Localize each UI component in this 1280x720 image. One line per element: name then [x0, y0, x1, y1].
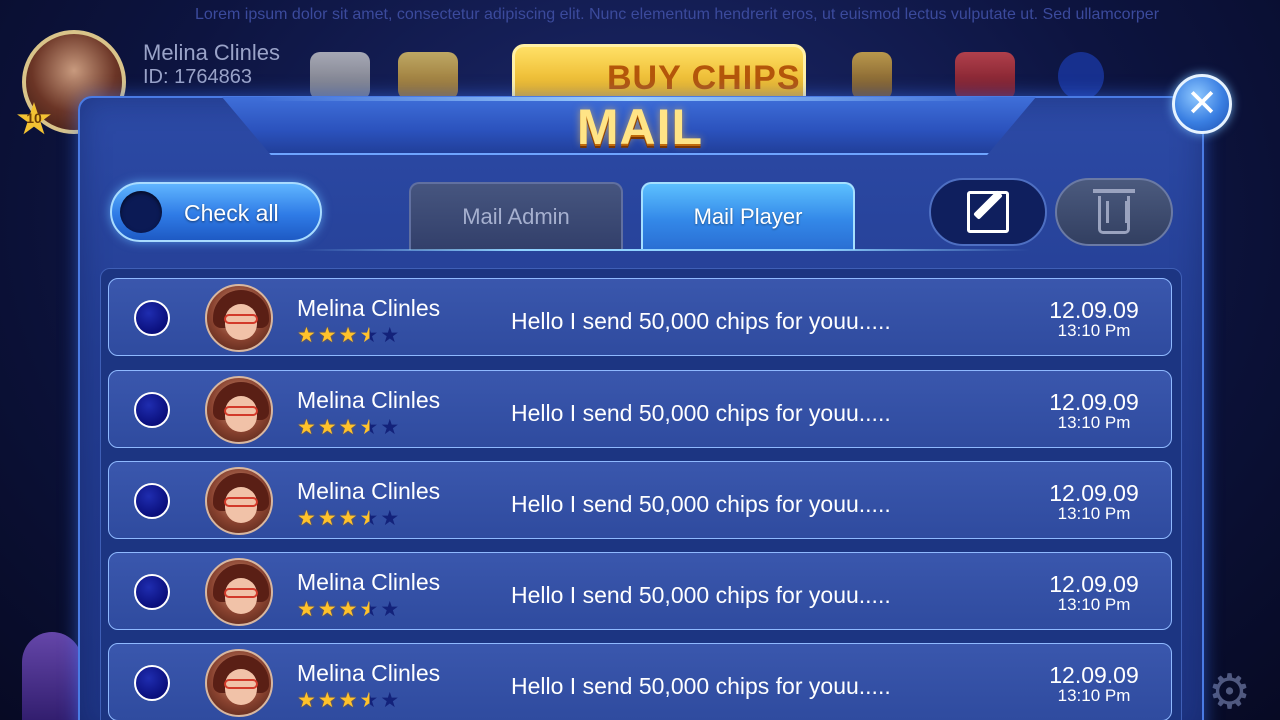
mascot-character: [22, 632, 82, 720]
mail-date: 12.09.09: [1049, 297, 1139, 323]
sender-avatar: [205, 284, 273, 352]
dialog-title: MAIL: [576, 99, 704, 155]
sender-rating: ★★★★★: [297, 507, 402, 530]
mail-select-radio[interactable]: [134, 574, 170, 610]
sender-rating: ★★★★★: [297, 598, 402, 621]
buy-chips-label: BUY CHIPS: [607, 59, 801, 97]
mail-date: 12.09.09: [1049, 389, 1139, 415]
mail-select-radio[interactable]: [134, 483, 170, 519]
mail-date: 12.09.09: [1049, 571, 1139, 597]
sender-name: Melina Clinles: [297, 569, 441, 595]
player-id: ID: 1764863: [143, 66, 252, 88]
sender-rating: ★★★★★: [297, 416, 402, 439]
gift-code-icon[interactable]: [398, 52, 458, 100]
tab-underline: [300, 249, 1030, 251]
mail-preview: Hello I send 50,000 chips for youu.....: [511, 582, 891, 608]
hourglass-icon[interactable]: [852, 52, 892, 100]
mail-time: 13:10 Pm: [1057, 595, 1131, 614]
mail-row[interactable]: Melina Clinles ★★★★★ Hello I send 50,000…: [108, 278, 1172, 356]
check-all-label: Check all: [184, 200, 279, 226]
messenger-icon[interactable]: [1058, 52, 1104, 100]
mail-row[interactable]: Melina Clinles ★★★★★ Hello I send 50,000…: [108, 370, 1172, 448]
trash-icon: [1093, 189, 1135, 234]
sender-rating: ★★★★★: [297, 324, 402, 347]
tab-mail-player[interactable]: Mail Player: [641, 182, 855, 250]
mail-row[interactable]: Melina Clinles ★★★★★ Hello I send 50,000…: [108, 552, 1172, 630]
mail-time: 13:10 Pm: [1057, 413, 1131, 432]
sender-name: Melina Clinles: [297, 295, 441, 321]
mail-select-radio[interactable]: [134, 392, 170, 428]
compose-icon: [967, 191, 1009, 233]
mail-preview: Hello I send 50,000 chips for youu.....: [511, 308, 891, 334]
mail-time: 13:10 Pm: [1057, 504, 1131, 523]
mail-row[interactable]: Melina Clinles ★★★★★ Hello I send 50,000…: [108, 643, 1172, 720]
close-icon: ✕: [1186, 83, 1218, 125]
delete-button[interactable]: [1055, 178, 1173, 246]
mail-row[interactable]: Melina Clinles ★★★★★ Hello I send 50,000…: [108, 461, 1172, 539]
check-all-toggle[interactable]: Check all: [110, 182, 322, 242]
tab-mail-admin[interactable]: Mail Admin: [409, 182, 623, 250]
mail-preview: Hello I send 50,000 chips for youu.....: [511, 400, 891, 426]
mail-date: 12.09.09: [1049, 662, 1139, 688]
mail-select-radio[interactable]: [134, 300, 170, 336]
compose-button[interactable]: [929, 178, 1047, 246]
megaphone-icon[interactable]: [310, 52, 370, 100]
mail-select-radio[interactable]: [134, 665, 170, 701]
sender-rating: ★★★★★: [297, 689, 402, 712]
sender-avatar: [205, 649, 273, 717]
gift-box-icon[interactable]: [955, 52, 1015, 100]
sender-name: Melina Clinles: [297, 660, 441, 686]
sender-avatar: [205, 376, 273, 444]
check-all-knob: [120, 191, 162, 233]
close-button[interactable]: ✕: [1172, 74, 1232, 134]
mail-preview: Hello I send 50,000 chips for youu.....: [511, 491, 891, 517]
mail-time: 13:10 Pm: [1057, 686, 1131, 705]
level-number: 10: [26, 110, 42, 126]
mail-time: 13:10 Pm: [1057, 321, 1131, 340]
mail-preview: Hello I send 50,000 chips for youu.....: [511, 673, 891, 699]
sender-avatar: [205, 467, 273, 535]
settings-gear-icon[interactable]: ⚙: [1208, 664, 1251, 720]
sender-name: Melina Clinles: [297, 387, 441, 413]
news-ticker: Lorem ipsum dolor sit amet, consectetur …: [195, 6, 1160, 23]
player-name: Melina Clinles: [143, 40, 280, 65]
mail-date: 12.09.09: [1049, 480, 1139, 506]
sender-name: Melina Clinles: [297, 478, 441, 504]
sender-avatar: [205, 558, 273, 626]
